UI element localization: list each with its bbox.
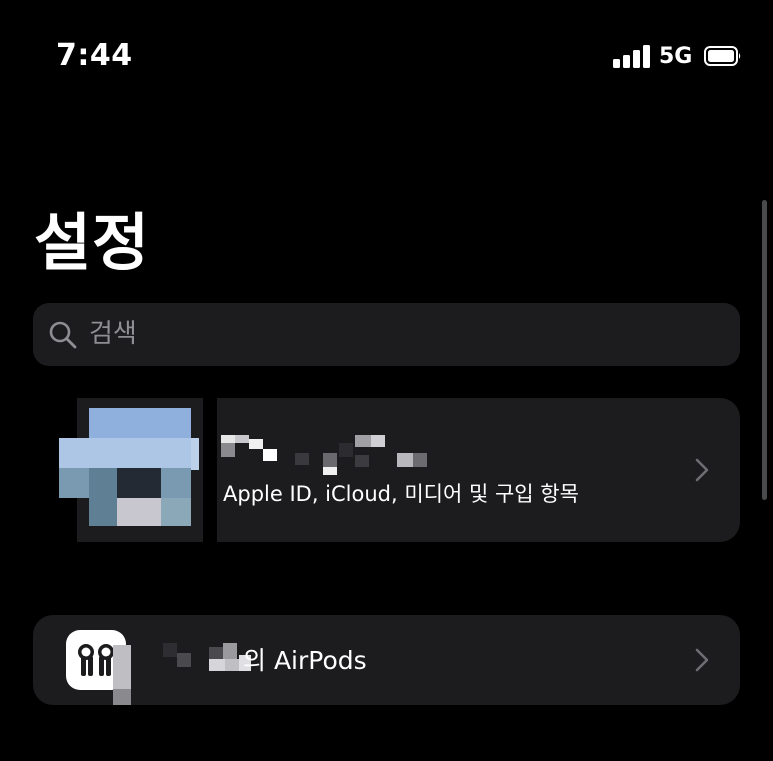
search-field[interactable]: 검색 bbox=[33, 303, 740, 366]
settings-screen: 7:44 5G 설정 검색 Apple ID, iCloud, 미디어 및 구입… bbox=[0, 0, 773, 761]
battery-icon bbox=[704, 46, 741, 66]
airpods-label: 의 AirPods bbox=[243, 646, 367, 675]
chevron-right-icon bbox=[695, 648, 709, 672]
avatar bbox=[33, 398, 219, 544]
search-icon bbox=[49, 321, 77, 349]
network-type-label: 5G bbox=[659, 44, 693, 69]
page-title: 설정 bbox=[34, 206, 151, 279]
apple-id-profile-row[interactable]: Apple ID, iCloud, 미디어 및 구입 항목 bbox=[33, 398, 740, 544]
profile-subtitle: Apple ID, iCloud, 미디어 및 구입 항목 bbox=[223, 482, 579, 506]
scroll-indicator[interactable] bbox=[762, 200, 767, 500]
status-time: 7:44 bbox=[56, 38, 133, 73]
cellular-signal-icon bbox=[613, 44, 651, 68]
chevron-right-icon bbox=[695, 458, 709, 482]
search-placeholder: 검색 bbox=[89, 319, 137, 349]
airpods-row[interactable]: 의 AirPods bbox=[33, 615, 740, 705]
